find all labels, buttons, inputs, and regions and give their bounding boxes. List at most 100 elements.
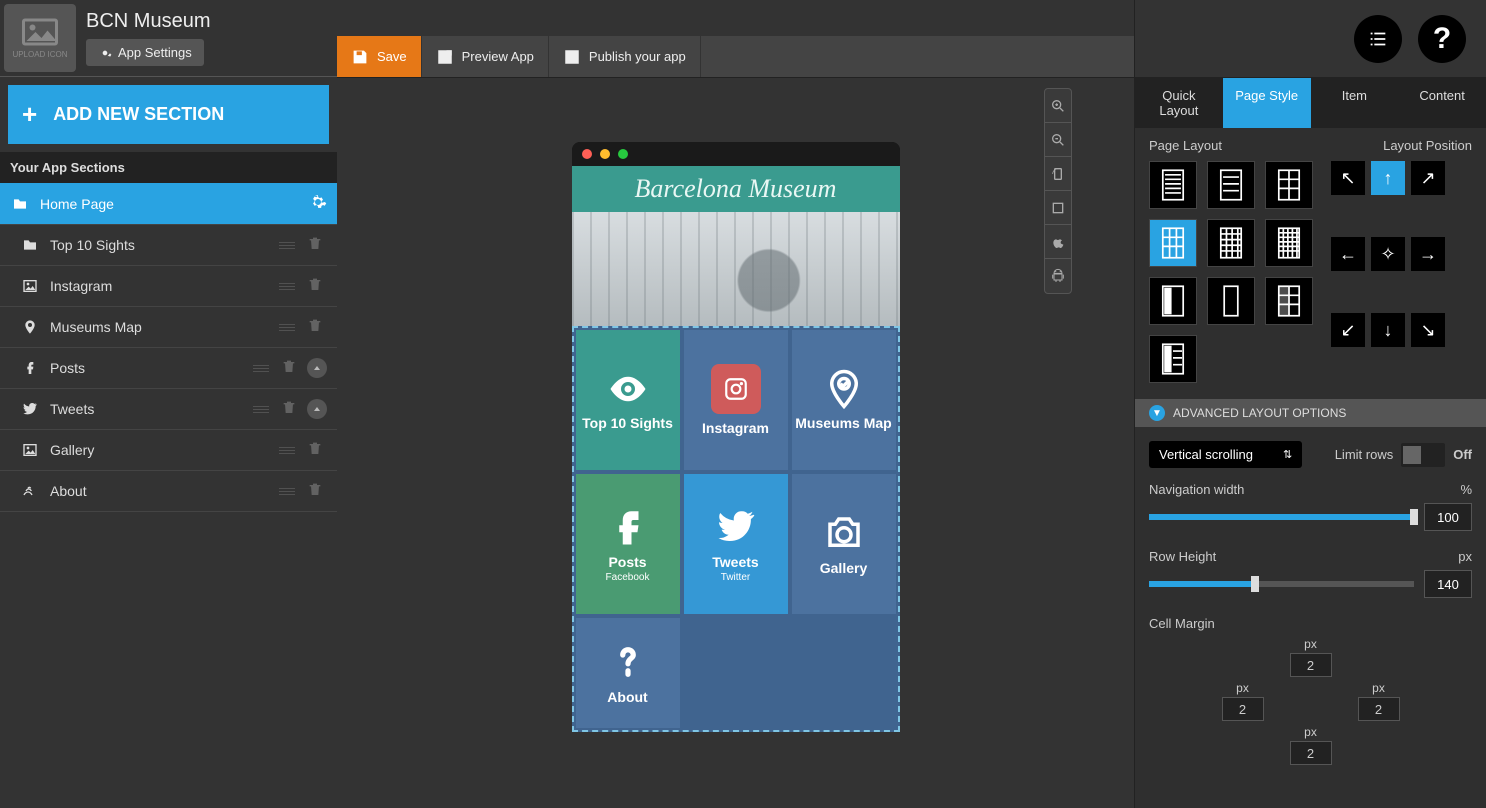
trash-icon[interactable] xyxy=(281,358,301,378)
tile-grid[interactable]: Top 10 Sights Instagram Museums Map Post… xyxy=(572,326,900,732)
trash-icon[interactable] xyxy=(307,276,327,296)
cell-margin-control: Cell Margin px2 px2 px2 px2 xyxy=(1149,616,1472,765)
pos-c[interactable]: ✧ xyxy=(1371,237,1405,271)
layout-list-small[interactable] xyxy=(1149,161,1197,209)
pos-l[interactable]: ← xyxy=(1331,237,1365,271)
tile-top-10-sights[interactable]: Top 10 Sights xyxy=(576,330,680,470)
add-new-section-button[interactable]: + ADD NEW SECTION xyxy=(8,85,329,144)
layout-grid-3x3[interactable] xyxy=(1149,219,1197,267)
nav-width-value[interactable]: 100 xyxy=(1424,503,1472,531)
layout-list-wide[interactable] xyxy=(1207,161,1255,209)
ios-button[interactable] xyxy=(1045,225,1071,259)
row-height-slider[interactable] xyxy=(1149,581,1414,587)
canvas: Save Preview App Publish your app xyxy=(337,0,1134,808)
advanced-options-header[interactable]: ▼ ADVANCED LAYOUT OPTIONS xyxy=(1135,399,1486,427)
nav-width-control: Navigation width% 100 xyxy=(1149,482,1472,531)
tab-quick-layout[interactable]: Quick Layout xyxy=(1135,78,1223,128)
layout-split[interactable] xyxy=(1265,277,1313,325)
layout-grid-dense[interactable] xyxy=(1207,219,1255,267)
section-museums-map[interactable]: Museums Map xyxy=(0,307,337,348)
page-layout-options xyxy=(1149,161,1313,383)
pos-br[interactable]: ↘ xyxy=(1411,313,1445,347)
preview-toolbar xyxy=(1044,88,1072,294)
zoom-in-button[interactable] xyxy=(1045,89,1071,123)
tile-posts[interactable]: Posts Facebook xyxy=(576,474,680,614)
hero-area: Barcelona Museum xyxy=(572,166,900,326)
panel-body: Page Layout Layout Position ↖ xyxy=(1135,128,1486,808)
trash-icon[interactable] xyxy=(307,235,327,255)
tile-museums-map[interactable]: Museums Map xyxy=(792,330,896,470)
section-instagram[interactable]: Instagram xyxy=(0,266,337,307)
close-dot[interactable] xyxy=(582,149,592,159)
scroll-direction-select[interactable]: Vertical scrolling xyxy=(1149,441,1302,468)
folder-icon xyxy=(10,196,30,212)
rotate-button[interactable] xyxy=(1045,157,1071,191)
device-frame-button[interactable] xyxy=(1045,191,1071,225)
plus-icon: + xyxy=(22,99,37,130)
app-settings-button[interactable]: App Settings xyxy=(86,39,204,66)
pos-tl[interactable]: ↖ xyxy=(1331,161,1365,195)
margin-right-input[interactable]: 2 xyxy=(1358,697,1400,721)
tile-tweets[interactable]: Tweets Twitter xyxy=(684,474,788,614)
pos-r[interactable]: → xyxy=(1411,237,1445,271)
trash-icon[interactable] xyxy=(281,399,301,419)
trash-icon[interactable] xyxy=(307,317,327,337)
facebook-icon xyxy=(20,360,40,376)
panel-tabs: Quick Layout Page Style Item Content xyxy=(1135,78,1486,128)
layout-single[interactable] xyxy=(1207,277,1255,325)
drag-handle[interactable] xyxy=(273,324,301,331)
section-home-page[interactable]: Home Page xyxy=(0,183,337,225)
preview-app-button[interactable]: Preview App xyxy=(422,36,549,77)
help-button[interactable]: ? xyxy=(1418,15,1466,63)
tab-item[interactable]: Item xyxy=(1311,78,1399,128)
drag-handle[interactable] xyxy=(273,283,301,290)
image-icon xyxy=(20,442,40,458)
drag-handle[interactable] xyxy=(247,406,275,413)
drag-handle[interactable] xyxy=(273,488,301,495)
pos-t[interactable]: ↑ xyxy=(1371,161,1405,195)
tile-empty[interactable] xyxy=(684,618,788,728)
tab-content[interactable]: Content xyxy=(1398,78,1486,128)
gear-icon[interactable] xyxy=(309,193,327,214)
save-button[interactable]: Save xyxy=(337,36,422,77)
list-icon-button[interactable] xyxy=(1354,15,1402,63)
section-gallery[interactable]: Gallery xyxy=(0,430,337,471)
collapse-icon[interactable] xyxy=(307,358,327,378)
row-height-value[interactable]: 140 xyxy=(1424,570,1472,598)
drag-handle[interactable] xyxy=(247,365,275,372)
upload-icon-button[interactable]: UPLOAD ICON xyxy=(4,4,76,72)
tile-instagram[interactable]: Instagram xyxy=(684,330,788,470)
drag-handle[interactable] xyxy=(273,242,301,249)
tile-empty[interactable] xyxy=(792,618,896,728)
layout-sidebar-left[interactable] xyxy=(1149,277,1197,325)
drag-handle[interactable] xyxy=(273,447,301,454)
limit-rows-value: Off xyxy=(1453,447,1472,462)
pos-bl[interactable]: ↙ xyxy=(1331,313,1365,347)
section-posts[interactable]: Posts xyxy=(0,348,337,389)
nav-width-slider[interactable] xyxy=(1149,514,1414,520)
trash-icon[interactable] xyxy=(307,440,327,460)
tab-page-style[interactable]: Page Style xyxy=(1223,78,1311,128)
section-about[interactable]: About xyxy=(0,471,337,512)
pos-b[interactable]: ↓ xyxy=(1371,313,1405,347)
publish-app-button[interactable]: Publish your app xyxy=(549,36,701,77)
section-top-10-sights[interactable]: Top 10 Sights xyxy=(0,225,337,266)
pos-tr[interactable]: ↗ xyxy=(1411,161,1445,195)
layout-grid-fine[interactable] xyxy=(1265,219,1313,267)
zoom-out-button[interactable] xyxy=(1045,123,1071,157)
layout-hybrid[interactable] xyxy=(1149,335,1197,383)
tile-about[interactable]: About xyxy=(576,618,680,728)
limit-rows-toggle[interactable] xyxy=(1401,443,1445,467)
layout-grid-2x2[interactable] xyxy=(1265,161,1313,209)
trash-icon[interactable] xyxy=(307,481,327,501)
android-button[interactable] xyxy=(1045,259,1071,293)
collapse-icon[interactable] xyxy=(307,399,327,419)
tile-gallery[interactable]: Gallery xyxy=(792,474,896,614)
minimize-dot[interactable] xyxy=(600,149,610,159)
margin-left-input[interactable]: 2 xyxy=(1222,697,1264,721)
margin-bottom-input[interactable]: 2 xyxy=(1290,741,1332,765)
margin-top-input[interactable]: 2 xyxy=(1290,653,1332,677)
maximize-dot[interactable] xyxy=(618,149,628,159)
chevron-down-icon: ▼ xyxy=(1149,405,1165,421)
section-tweets[interactable]: Tweets xyxy=(0,389,337,430)
